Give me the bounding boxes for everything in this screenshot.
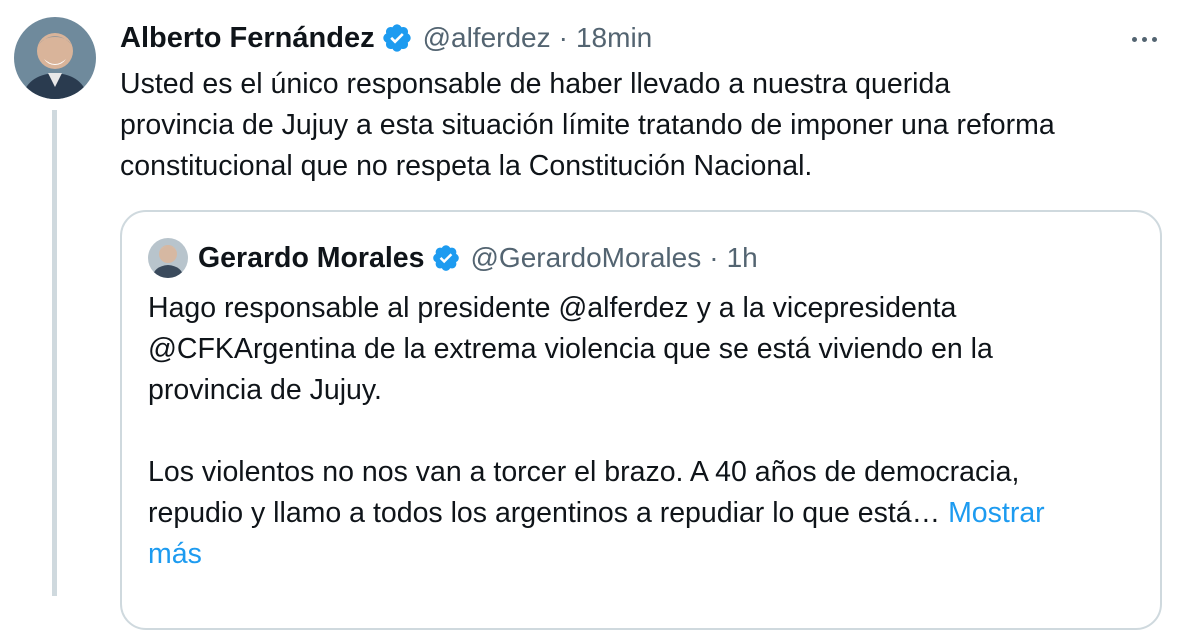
thread-connector-line [52,110,57,596]
quoted-author-avatar [148,238,188,278]
quoted-author-handle: @GerardoMorales [470,242,702,273]
quoted-timestamp: 1h [726,242,758,273]
separator-dot: · [709,242,719,273]
quoted-tweet-header: Gerardo Morales @GerardoMorales · 1h [148,238,758,278]
tweet-header: Alberto Fernández @alferdez · 18min [120,18,652,58]
timestamp[interactable]: 18min [576,22,652,54]
author-name[interactable]: Alberto Fernández [120,22,375,55]
more-options-icon[interactable] [1124,24,1164,54]
verified-badge-icon [381,22,413,54]
verified-badge-icon [431,243,461,273]
quoted-tweet-card[interactable]: Gerardo Morales @GerardoMorales · 1h Hag… [120,210,1162,630]
quoted-tweet-body: Hago responsable al presidente @alferdez… [148,292,1020,529]
quoted-author-name: Gerardo Morales [198,241,425,274]
author-avatar[interactable] [14,17,96,99]
tweet-text: Usted es el único responsable de haber l… [120,68,1055,182]
author-handle[interactable]: @alferdez [423,22,551,54]
quoted-tweet-text: Hago responsable al presidente @alferdez… [148,288,1138,575]
separator-dot: · [558,22,568,53]
